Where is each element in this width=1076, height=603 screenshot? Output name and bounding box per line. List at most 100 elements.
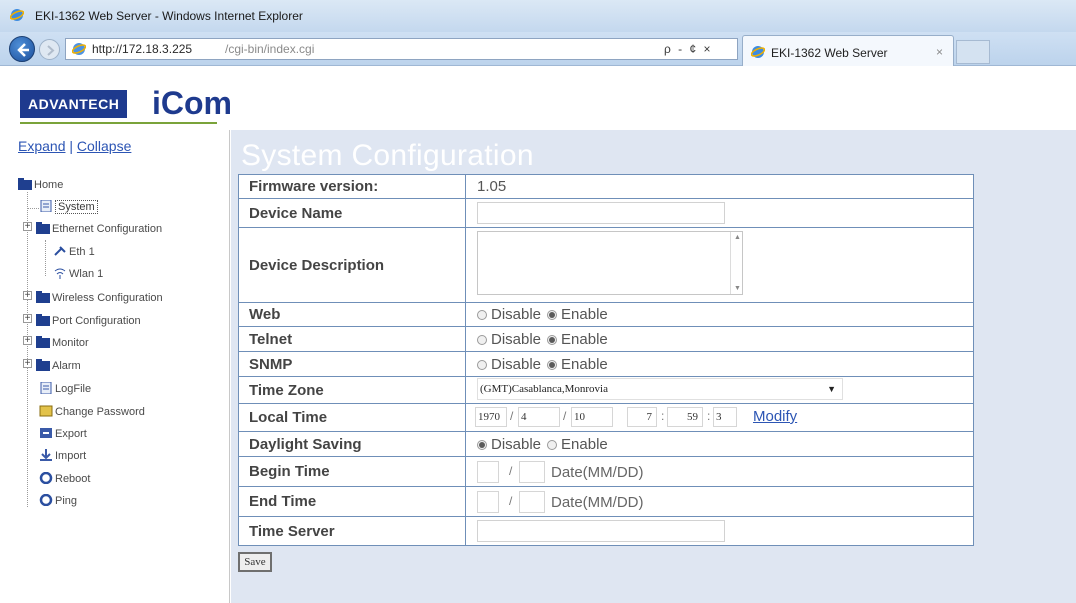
sidebar-item-eth1[interactable]: Eth 1 [53, 245, 95, 258]
end-day-field[interactable] [519, 491, 545, 513]
window-titlebar: EKI-1362 Web Server - Windows Internet E… [0, 0, 1076, 32]
sidebar-item-label: Alarm [52, 360, 81, 372]
sidebar-item-export[interactable]: Export [39, 427, 87, 440]
textarea-scrollbar[interactable]: ▲ ▼ [730, 232, 742, 294]
expand-toggle-icon[interactable]: + [23, 291, 32, 301]
radio-button[interactable] [547, 334, 558, 345]
minute-field[interactable]: 59 [667, 407, 703, 427]
forward-button[interactable] [39, 39, 60, 60]
telnet-enable-option[interactable]: Enable [547, 331, 608, 348]
date-format-hint: Date(MM/DD) [551, 494, 644, 511]
sidebar-item-system[interactable]: System [39, 200, 98, 214]
sidebar-item-port[interactable]: Port Configuration [36, 314, 141, 327]
sidebar-item-label: Wlan 1 [69, 268, 104, 280]
expand-toggle-icon[interactable]: + [23, 314, 32, 324]
day-field[interactable]: 10 [571, 407, 613, 427]
sidebar-item-change-password[interactable]: Change Password [39, 405, 145, 418]
radio-button[interactable] [477, 310, 487, 320]
browser-tab[interactable]: EKI-1362 Web Server × [742, 35, 954, 66]
key-icon [39, 405, 53, 417]
table-row: End Time / Date(MM/DD) [239, 487, 973, 517]
snmp-disable-option[interactable]: Disable [477, 356, 541, 373]
sidebar-item-label: Ethernet Configuration [52, 223, 163, 235]
scroll-up-icon[interactable]: ▲ [734, 234, 741, 241]
window-title: EKI-1362 Web Server - Windows Internet E… [35, 9, 303, 23]
option-label: Enable [561, 435, 608, 453]
sidebar-item-label: Ping [55, 495, 78, 507]
device-name-label: Device Name [239, 199, 466, 227]
sidebar-item-label: LogFile [55, 383, 92, 395]
sidebar-item-label: Change Password [55, 406, 145, 418]
expand-link[interactable]: Expand [18, 138, 65, 154]
sidebar-item-label: Import [55, 450, 87, 462]
device-name-field[interactable] [477, 202, 725, 224]
date-separator: / [510, 409, 514, 423]
expand-toggle-icon[interactable]: + [23, 359, 32, 369]
sidebar-item-wireless[interactable]: Wireless Configuration [36, 291, 163, 304]
option-label: Enable [561, 306, 608, 323]
table-row: Daylight Saving Disable Enable [239, 432, 973, 457]
scroll-down-icon[interactable]: ▼ [734, 285, 741, 292]
collapse-link[interactable]: Collapse [77, 138, 131, 154]
system-config-table: Firmware version: 1.05 Device Name Devic… [238, 174, 974, 546]
sidebar-item-ethernet[interactable]: Ethernet Configuration [36, 222, 162, 235]
radio-button[interactable] [477, 334, 487, 345]
chevron-down-icon: ▼ [827, 384, 836, 394]
date-separator: / [509, 464, 513, 478]
arrow-right-icon [47, 45, 55, 56]
sidebar-item-monitor[interactable]: Monitor [36, 336, 89, 349]
year-field[interactable]: 1970 [475, 407, 507, 427]
telnet-label: Telnet [239, 327, 466, 351]
sidebar-item-alarm[interactable]: Alarm [36, 359, 81, 372]
telnet-disable-option[interactable]: Disable [477, 331, 541, 348]
radio-button[interactable] [547, 439, 558, 450]
begin-month-field[interactable] [477, 461, 499, 483]
sidebar-item-reboot[interactable]: Reboot [39, 472, 90, 485]
sidebar-item-import[interactable]: Import [39, 449, 86, 462]
new-tab-button[interactable] [956, 40, 990, 64]
tab-label: EKI-1362 Web Server [771, 46, 888, 60]
sidebar-item-label: Monitor [52, 337, 89, 349]
sidebar-tree: Expand | Collapse Home System + Ethernet… [9, 130, 230, 603]
hour-field[interactable]: 7 [627, 407, 657, 427]
save-button[interactable]: Save [238, 552, 272, 572]
sidebar-item-logfile[interactable]: LogFile [39, 382, 91, 395]
radio-button[interactable] [547, 310, 558, 320]
daylight-disable-option[interactable]: Disable [477, 436, 541, 453]
snmp-enable-option[interactable]: Enable [547, 356, 608, 373]
modify-link[interactable]: Modify [753, 408, 797, 425]
address-bar[interactable]: http://172.18.3.225 /cgi-bin/index.cgi ρ… [65, 38, 738, 60]
device-name-cell [467, 199, 973, 227]
tab-close-icon[interactable]: × [936, 45, 943, 59]
second-field[interactable]: 3 [713, 407, 737, 427]
web-disable-option[interactable]: Disable [477, 306, 541, 323]
sidebar-item-home[interactable]: Home [18, 178, 63, 191]
radio-button[interactable] [547, 359, 558, 370]
expand-toggle-icon[interactable]: + [23, 222, 32, 232]
end-month-field[interactable] [477, 491, 499, 513]
page-header: ADVANTECH iCom [0, 67, 1076, 127]
sidebar-item-wlan1[interactable]: Wlan 1 [53, 267, 103, 280]
arrow-left-icon [17, 43, 29, 57]
end-time-cell: / Date(MM/DD) [467, 487, 973, 516]
option-label: Enable [561, 330, 608, 348]
sidebar-item-label: Wireless Configuration [52, 292, 163, 304]
web-enable-option[interactable]: Enable [547, 306, 608, 323]
sidebar-item-ping[interactable]: Ping [39, 494, 77, 507]
expand-toggle-icon[interactable]: + [23, 336, 32, 346]
time-server-field[interactable] [477, 520, 725, 542]
month-field[interactable]: 4 [518, 407, 560, 427]
address-actions[interactable]: ρ - ¢ × [664, 42, 713, 56]
date-format-hint: Date(MM/DD) [551, 464, 644, 481]
daylight-enable-option[interactable]: Enable [547, 436, 608, 453]
time-separator: : [661, 409, 665, 423]
device-description-field[interactable]: ▲ ▼ [477, 231, 743, 295]
radio-button[interactable] [477, 439, 487, 450]
time-zone-select[interactable]: (GMT)Casablanca,Monrovia ▼ [477, 378, 843, 400]
internet-explorer-icon [10, 9, 24, 21]
radio-button[interactable] [477, 359, 487, 370]
folder-icon [36, 336, 50, 348]
back-button[interactable] [9, 36, 35, 62]
address-host: http://172.18.3.225 [92, 42, 193, 56]
begin-day-field[interactable] [519, 461, 545, 483]
